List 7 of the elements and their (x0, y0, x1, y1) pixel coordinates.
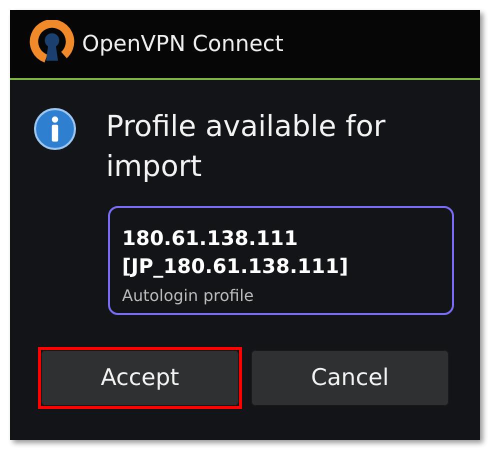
profile-type: Autologin profile (122, 286, 255, 305)
window-title: OpenVPN Connect (82, 32, 284, 56)
info-icon (34, 108, 76, 150)
profile-name: 180.61.138.111 [JP_180.61.138.111] (122, 225, 350, 280)
dialog-message: Profile available for import (106, 108, 386, 185)
dialog-button[interactable]: Cancel (251, 350, 449, 406)
dialog-button[interactable]: Accept (41, 350, 239, 406)
